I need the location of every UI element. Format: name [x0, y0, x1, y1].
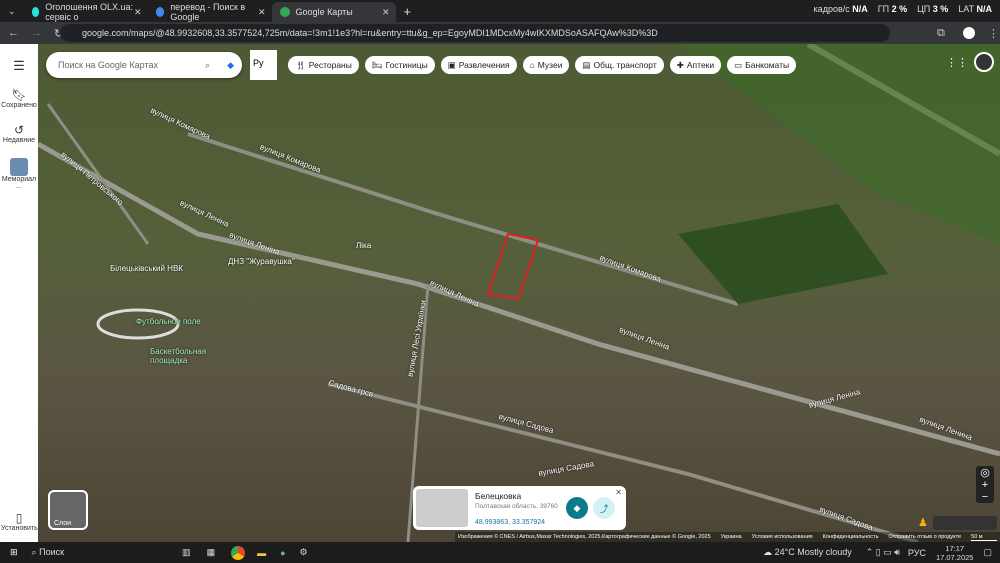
taskbar-search[interactable]: ⌕ Поиск: [32, 547, 65, 558]
layers-button[interactable]: Слои: [48, 490, 88, 530]
chip-entertainment[interactable]: ▣ Развлечения: [440, 56, 517, 74]
phone-icon: ▯: [15, 511, 23, 525]
poi-label: ДНЗ "Журавушка": [228, 257, 295, 266]
start-button[interactable]: ⊞: [10, 547, 18, 558]
input-language[interactable]: РУС: [908, 548, 926, 558]
satellite-map[interactable]: Поиск на Google Картах ⌕ ◆ Ру 🍴︎ Рестораны …: [38, 44, 1000, 542]
bookmark-icon: 🔖︎: [11, 88, 27, 102]
back-button[interactable]: ←: [8, 27, 19, 39]
account-avatar[interactable]: [974, 52, 994, 72]
tab-google-maps[interactable]: Google Карты ✕: [271, 2, 396, 22]
zoom-in-button[interactable]: +: [976, 479, 994, 491]
feedback-link[interactable]: Отправить отзыв о продукте: [888, 534, 961, 540]
poi-label: Білецьківський НВК: [110, 264, 183, 273]
bed-icon: 🛏︎: [371, 59, 383, 70]
extensions-icon[interactable]: ⧉: [937, 27, 945, 40]
history-icon: ↺: [13, 123, 25, 137]
address-bar-row: ← → ↻ google.com/maps/@48.9932608,33.357…: [0, 22, 1000, 44]
scale-bar[interactable]: 50 м: [971, 534, 997, 541]
url-bar[interactable]: google.com/maps/@48.9932608,33.3577524,7…: [60, 24, 890, 42]
camera-icon: ▣: [447, 59, 456, 70]
map-attribution: Изображения © CNES / Airbus,Maxar Techno…: [455, 532, 1000, 542]
map-controls: ◎ + −: [976, 466, 994, 503]
recent-button[interactable]: ↺ Недавние: [1, 123, 37, 144]
atm-icon: ▭: [734, 59, 743, 70]
install-app-button[interactable]: ▯ Установить: [1, 511, 38, 532]
place-thumbnail: [416, 489, 468, 527]
new-tab-button[interactable]: +: [404, 4, 412, 19]
fork-knife-icon: 🍴︎: [295, 59, 306, 70]
pharmacy-icon: ✚: [676, 59, 684, 70]
saved-button[interactable]: 🔖︎ Сохранено: [1, 88, 37, 109]
menu-icon[interactable]: ⋮: [988, 27, 999, 40]
chip-museums[interactable]: ⌂ Музеи: [522, 56, 570, 74]
steam-icon[interactable]: ●: [280, 548, 285, 558]
close-icon[interactable]: ✕: [615, 488, 622, 497]
weather-widget[interactable]: ☁ 24°C Mostly cloudy: [763, 547, 852, 558]
chip-restaurants[interactable]: 🍴︎ Рестораны: [288, 56, 359, 74]
layer-thumbnails[interactable]: [933, 516, 997, 530]
clock[interactable]: 17:17 17.07.2025: [936, 544, 974, 562]
cloud-icon: ☁: [763, 547, 773, 557]
menu-button[interactable]: ☰: [1, 58, 37, 74]
imagery-credit: Изображения © CNES / Airbus,Maxar Techno…: [458, 534, 711, 540]
tab-bar: ⌄ Оголошення OLX.ua: сервіс о ✕ перевод -…: [0, 0, 1000, 22]
tab-google-search[interactable]: перевод - Поиск в Google ✕: [148, 2, 272, 22]
chrome-icon[interactable]: [231, 545, 246, 560]
notifications-icon[interactable]: ▢: [983, 547, 992, 558]
country-link[interactable]: Украина: [721, 534, 742, 540]
search-box[interactable]: Поиск на Google Картах ⌕ ◆: [46, 52, 242, 78]
chip-atms[interactable]: ▭ Банкоматы: [727, 56, 797, 74]
terms-link[interactable]: Условия использования: [752, 534, 813, 540]
place-coords[interactable]: 48.993863, 33.357924: [475, 519, 563, 526]
pegman-icon[interactable]: ♟: [918, 516, 928, 529]
museum-icon: ⌂: [529, 60, 535, 70]
task-view-icon[interactable]: ▥: [182, 547, 191, 558]
tab-list-button[interactable]: ⌄: [8, 6, 16, 17]
poi-label: Баскетбольная площадка: [150, 347, 207, 365]
chip-pharmacies[interactable]: ✚ Аптеки: [669, 56, 722, 74]
zoom-out-button[interactable]: −: [976, 491, 994, 503]
poi-label: Футбольное поле: [136, 317, 201, 326]
close-icon[interactable]: ✕: [134, 7, 142, 18]
google-icon: [155, 7, 165, 17]
file-explorer-icon[interactable]: ▬: [257, 548, 266, 558]
place-region: Полтавская область, 39760: [475, 502, 558, 510]
language-select[interactable]: Ру: [250, 50, 277, 80]
performance-stats: кадров/с N/A ГП 2 % ЦП 3 % LAT N/A: [813, 4, 992, 14]
chip-transit[interactable]: ▤ Общ. транспорт: [575, 56, 664, 74]
search-icon[interactable]: ⌕: [205, 60, 210, 71]
place-card[interactable]: Белецковка Полтавская область, 39760 48.…: [413, 486, 626, 530]
recent-place-memorial[interactable]: Мемориал ...: [1, 158, 37, 190]
place-thumbnail: [10, 158, 28, 176]
apps-grid-icon[interactable]: ⋮⋮: [946, 56, 968, 69]
close-icon[interactable]: ✕: [382, 7, 390, 18]
windows-taskbar: ⊞ ⌕ Поиск ▥ ▦ ▬ ● ⚙ ☁ 24°C Mostly cloudy…: [0, 542, 1000, 563]
place-name: Белецковка: [475, 490, 522, 501]
tab-olx[interactable]: Оголошення OLX.ua: сервіс о ✕: [24, 2, 148, 22]
close-icon[interactable]: ✕: [258, 7, 266, 18]
privacy-link[interactable]: Конфиденциальность: [823, 534, 879, 540]
profile-avatar[interactable]: [963, 27, 975, 39]
maps-sidebar: ☰ 🔖︎ Сохранено ↺ Недавние Мемориал ... ▯ Ус…: [0, 44, 38, 542]
category-chips: 🍴︎ Рестораны 🛏︎ Гостиницы ▣ Развлечения ⌂ Му…: [288, 56, 797, 74]
olx-icon: [31, 7, 40, 17]
directions-button[interactable]: ◆: [566, 497, 588, 519]
calculator-icon[interactable]: ▦: [207, 547, 216, 558]
maps-icon: [279, 7, 290, 17]
tray-icons[interactable]: ⌃ ▯ ▭ 🔊︎: [866, 547, 900, 558]
poi-label: Ліка: [356, 241, 372, 250]
bus-icon: ▤: [582, 59, 591, 70]
directions-icon[interactable]: ◆: [227, 60, 234, 71]
my-location-button[interactable]: ◎: [976, 466, 994, 479]
share-button[interactable]: ⤴: [593, 497, 615, 519]
chip-hotels[interactable]: 🛏︎ Гостиницы: [364, 56, 435, 74]
settings-icon[interactable]: ⚙: [300, 547, 308, 558]
forward-button[interactable]: →: [31, 27, 42, 39]
